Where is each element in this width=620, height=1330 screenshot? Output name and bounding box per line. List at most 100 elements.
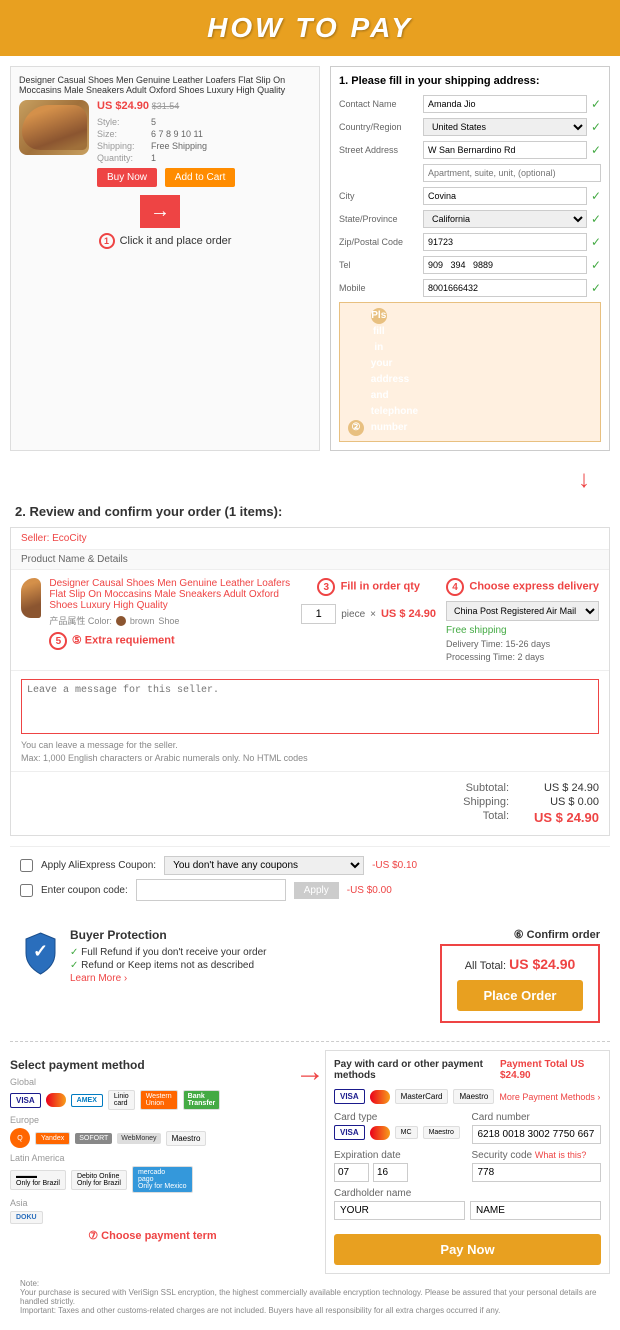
- delivery-select[interactable]: China Post Registered Air Mail: [446, 601, 599, 621]
- shipping-value: US $ 0.00: [529, 796, 599, 808]
- europe-label: Europe: [10, 1115, 295, 1125]
- message-hint: You can leave a message for the seller.: [21, 740, 599, 750]
- product-price: US $24.90: [97, 100, 149, 112]
- what-is-link[interactable]: What is this?: [535, 1150, 587, 1160]
- mc-icon[interactable]: [46, 1093, 66, 1107]
- qty-price: US $ 24.90: [381, 608, 436, 620]
- country-select[interactable]: United States: [423, 118, 587, 136]
- message-textarea[interactable]: [21, 679, 599, 734]
- order-table: Seller: EcoCity Product Name & Details D…: [10, 527, 610, 836]
- latam-label: Latin America: [10, 1153, 295, 1163]
- address-note: ② Pls fill in your address and telephone…: [339, 302, 601, 442]
- col-product: Product Name & Details: [21, 554, 599, 565]
- card-form-title: Pay with card or other payment methods: [334, 1059, 500, 1081]
- amex-icon[interactable]: AMEX: [71, 1094, 103, 1107]
- note-text: Note:: [20, 1279, 600, 1288]
- address-form: 1. Please fill in your shipping address:…: [330, 66, 610, 451]
- page-header: HOW TO PAY: [0, 0, 620, 56]
- learn-more-link[interactable]: Learn More ›: [70, 973, 127, 984]
- coupon-checkbox[interactable]: [20, 859, 33, 872]
- linio-icon[interactable]: Liniocard: [108, 1090, 135, 1110]
- separator: [10, 1041, 610, 1042]
- card-maestro-icon[interactable]: Maestro: [453, 1089, 494, 1104]
- street-address-input[interactable]: [423, 141, 587, 159]
- svg-text:✓: ✓: [32, 941, 47, 961]
- coupon-code-checkbox[interactable]: [20, 884, 33, 897]
- right-arrow-icon: →: [295, 1055, 325, 1089]
- maestro-icon[interactable]: Maestro: [166, 1131, 207, 1146]
- cardholder-last-input[interactable]: [470, 1201, 601, 1220]
- bank-icon[interactable]: BankTransfer: [183, 1090, 221, 1110]
- down-arrow-icon: ↓: [578, 466, 590, 493]
- confirm-box: All Total: US $24.90 Place Order: [440, 944, 600, 1023]
- pay-now-button[interactable]: Pay Now: [334, 1234, 601, 1265]
- card-mc-icon[interactable]: [370, 1090, 390, 1104]
- place-order-button[interactable]: Place Order: [457, 980, 583, 1011]
- main-content: Designer Casual Shoes Men Genuine Leathe…: [0, 56, 620, 1330]
- card-mc2-icon[interactable]: MasterCard: [395, 1089, 449, 1104]
- card-visa-icon[interactable]: VISA: [334, 1089, 365, 1104]
- address-title: 1. Please fill in your shipping address:: [339, 75, 601, 87]
- note-content2: Important: Taxes and other customs-relat…: [20, 1306, 600, 1315]
- expiry-label: Expiration date: [334, 1150, 464, 1161]
- wu-icon[interactable]: WesternUnion: [140, 1090, 178, 1110]
- apply-coupon-button[interactable]: Apply: [294, 882, 339, 899]
- order-detail-row: Designer Causal Shoes Men Genuine Leathe…: [11, 570, 609, 671]
- confirm-step-label: ⑥ Confirm order: [440, 928, 600, 941]
- free-shipping-label: Free shipping: [446, 625, 599, 636]
- cvv-input[interactable]: [472, 1163, 602, 1182]
- expiry-month-input[interactable]: [334, 1163, 369, 1182]
- order-product-image: [21, 578, 41, 618]
- extra-req-section: You can leave a message for the seller. …: [11, 671, 609, 772]
- shoe-shape: [22, 105, 87, 150]
- payment-arrow: →: [295, 1050, 325, 1094]
- all-total-value: US $24.90: [509, 956, 575, 972]
- latam-icons-row: ▬▬▬Only for Brazil Debito OnlineOnly for…: [10, 1166, 295, 1193]
- asia-label: Asia: [10, 1198, 295, 1208]
- coupon-select[interactable]: You don't have any coupons: [164, 856, 364, 875]
- qty-delivery-section: 3 Fill in order qty piece × US $ 24.90 4…: [301, 578, 599, 662]
- card-type-label: Card type: [334, 1112, 464, 1123]
- mobile-input[interactable]: [423, 279, 587, 297]
- apartment-input[interactable]: [423, 164, 601, 182]
- coupon-discount: -US $0.10: [372, 860, 417, 871]
- card-number-input[interactable]: [472, 1125, 602, 1144]
- qty-input[interactable]: [301, 604, 336, 624]
- state-select[interactable]: California: [423, 210, 587, 228]
- prod-qty: 1: [151, 153, 156, 163]
- debito-icon[interactable]: Debito OnlineOnly for Brazil: [71, 1170, 127, 1190]
- sofort-icon[interactable]: SOFORT: [75, 1133, 112, 1144]
- zip-input[interactable]: [423, 233, 587, 251]
- down-arrow-container: ↓: [10, 466, 610, 494]
- coupon-code-discount: -US $0.00: [347, 885, 392, 896]
- asia-icons-row: DOKU: [10, 1211, 295, 1224]
- contact-name-input[interactable]: [423, 95, 587, 113]
- boleto-icon[interactable]: ▬▬▬Only for Brazil: [10, 1170, 66, 1190]
- add-to-cart-button[interactable]: Add to Cart: [165, 168, 236, 187]
- doku-icon[interactable]: DOKU: [10, 1211, 43, 1224]
- card-form: Pay with card or other payment methods P…: [325, 1050, 610, 1274]
- cardholder-first-input[interactable]: [334, 1201, 465, 1220]
- selected-mc2-icon[interactable]: MC: [395, 1126, 418, 1139]
- europe-icons-row: Q Yandex SOFORT WebMoney Maestro: [10, 1128, 295, 1148]
- buy-now-button[interactable]: Buy Now: [97, 168, 157, 187]
- selected-mc-icon[interactable]: [370, 1126, 390, 1140]
- expiry-year-input[interactable]: [373, 1163, 408, 1182]
- mercado-icon[interactable]: mercadopagoOnly for Mexico: [132, 1166, 193, 1193]
- yandex-icon[interactable]: Yandex: [35, 1132, 70, 1145]
- visa-icon[interactable]: VISA: [10, 1093, 41, 1108]
- tel-input[interactable]: [423, 256, 587, 274]
- global-label: Global: [10, 1077, 295, 1087]
- select-payment-title: Select payment method: [10, 1058, 295, 1072]
- coupon-section: Apply AliExpress Coupon: You don't have …: [10, 846, 610, 910]
- webmoney-icon[interactable]: WebMoney: [117, 1133, 160, 1144]
- shipping-row: Shipping: US $ 0.00: [21, 796, 599, 808]
- more-methods-link[interactable]: More Payment Methods ›: [499, 1092, 600, 1102]
- selected-maestro-icon[interactable]: Maestro: [423, 1126, 460, 1139]
- order-prod-name: Designer Causal Shoes Men Genuine Leathe…: [49, 578, 291, 611]
- city-input[interactable]: [423, 187, 587, 205]
- product-image-row: US $24.90 $31.54 Style:5 Size:6 7 8 9 10…: [19, 100, 311, 187]
- selected-visa-icon[interactable]: VISA: [334, 1125, 365, 1140]
- coupon-code-input[interactable]: [136, 879, 286, 901]
- qiwi-icon[interactable]: Q: [10, 1128, 30, 1148]
